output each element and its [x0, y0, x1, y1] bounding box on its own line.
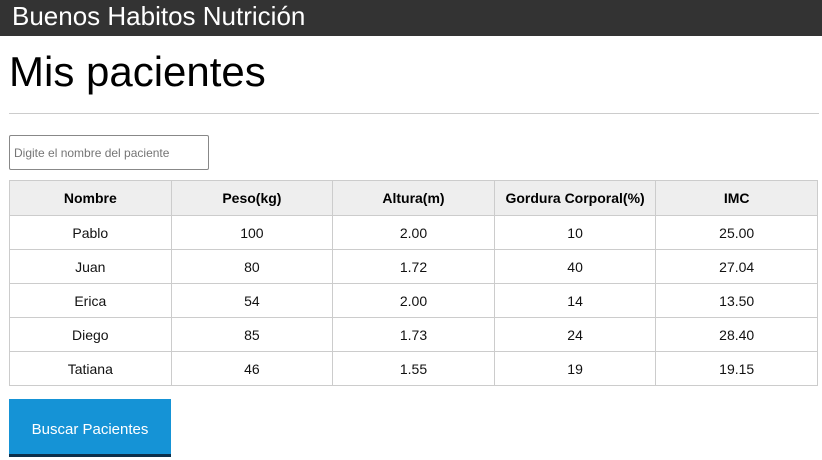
- column-header-imc: IMC: [655, 180, 818, 216]
- patients-table: Nombre Peso(kg) Altura(m) Gordura Corpor…: [9, 180, 818, 386]
- cell-imc: 25.00: [655, 215, 818, 250]
- table-row: Pablo 100 2.00 10 25.00: [9, 215, 818, 250]
- cell-peso: 85: [170, 317, 334, 352]
- cell-nombre: Juan: [9, 249, 172, 284]
- title-divider: [9, 113, 819, 114]
- top-header-bar: Buenos Habitos Nutrición: [0, 0, 822, 36]
- column-header-nombre: Nombre: [9, 180, 172, 216]
- cell-peso: 46: [170, 351, 334, 386]
- table-row: Diego 85 1.73 24 28.40: [9, 317, 818, 352]
- cell-gordura: 40: [493, 249, 657, 284]
- cell-nombre: Erica: [9, 283, 172, 318]
- cell-gordura: 14: [493, 283, 657, 318]
- cell-peso: 54: [170, 283, 334, 318]
- cell-altura: 1.73: [332, 317, 495, 352]
- cell-gordura: 10: [493, 215, 657, 250]
- brand-title: Buenos Habitos Nutrición: [12, 1, 306, 31]
- cell-peso: 80: [170, 249, 334, 284]
- cell-gordura: 19: [493, 351, 657, 386]
- cell-gordura: 24: [493, 317, 657, 352]
- cell-imc: 27.04: [655, 249, 818, 284]
- cell-altura: 1.55: [332, 351, 495, 386]
- page-title: Mis pacientes: [9, 48, 266, 95]
- column-header-gordura: Gordura Corporal(%): [493, 180, 657, 216]
- patient-search-input[interactable]: [9, 135, 209, 170]
- cell-imc: 28.40: [655, 317, 818, 352]
- cell-nombre: Tatiana: [9, 351, 172, 386]
- cell-nombre: Diego: [9, 317, 172, 352]
- table-row: Erica 54 2.00 14 13.50: [9, 283, 818, 318]
- column-header-altura: Altura(m): [332, 180, 495, 216]
- cell-altura: 2.00: [332, 283, 495, 318]
- cell-imc: 13.50: [655, 283, 818, 318]
- column-header-peso: Peso(kg): [170, 180, 334, 216]
- cell-peso: 100: [170, 215, 334, 250]
- table-row: Juan 80 1.72 40 27.04: [9, 249, 818, 284]
- cell-altura: 1.72: [332, 249, 495, 284]
- cell-altura: 2.00: [332, 215, 495, 250]
- cell-imc: 19.15: [655, 351, 818, 386]
- patients-table-body: Pablo 100 2.00 10 25.00 Juan 80 1.72 40 …: [9, 215, 818, 386]
- search-patients-button[interactable]: Buscar Pacientes: [9, 399, 171, 457]
- cell-nombre: Pablo: [9, 215, 172, 250]
- table-row: Tatiana 46 1.55 19 19.15: [9, 351, 818, 386]
- patients-table-header: Nombre Peso(kg) Altura(m) Gordura Corpor…: [9, 180, 818, 216]
- table-header-row: Nombre Peso(kg) Altura(m) Gordura Corpor…: [9, 180, 818, 216]
